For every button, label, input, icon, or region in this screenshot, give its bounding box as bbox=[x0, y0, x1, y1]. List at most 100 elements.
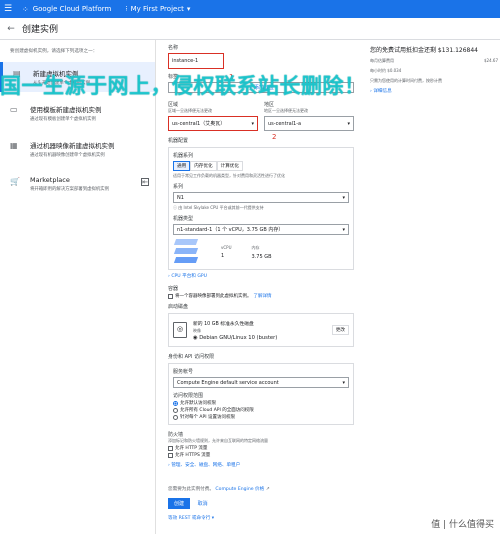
back-arrow-icon[interactable]: ← bbox=[0, 24, 22, 34]
creation-options-panel: 要创建虚拟机实例，请选择下列选项之一： ▤ 新建虚拟机实例 从头开始创建单个虚拟… bbox=[0, 40, 156, 534]
form-actions: 创建 取消 bbox=[168, 498, 354, 509]
scope-full-radio[interactable]: 允许所有 Cloud API 的全面访问权限 bbox=[173, 407, 349, 413]
radio-dot bbox=[173, 400, 178, 406]
create-button[interactable]: 创建 bbox=[168, 498, 191, 509]
option-from-template[interactable]: ▭ 使用模板新建虚拟机实例 通过现有模板创建单个虚拟机实例 bbox=[0, 98, 155, 128]
firewall-hint: 添加标记和防火墙规则，允许来自互联网的特定网络流量 bbox=[168, 438, 268, 443]
disk-icon: ◎ bbox=[173, 322, 187, 338]
name-value: instance-1 bbox=[172, 58, 199, 64]
debian-logo-icon: ◉ bbox=[193, 334, 198, 341]
hamburger-menu-icon[interactable]: ☰ bbox=[0, 4, 16, 14]
top-bar: ☰ ⁘ Google Cloud Platform ⁝ My First Pro… bbox=[0, 0, 500, 18]
zone-label: 地区 bbox=[264, 102, 275, 108]
machine-family-tabs: 通用 内存优化 计算优化 bbox=[173, 161, 349, 171]
checkbox-box bbox=[168, 445, 173, 451]
machine-family-label: 机器系列 bbox=[173, 153, 194, 159]
cancel-button[interactable]: 取消 bbox=[192, 498, 214, 509]
project-icon: ⁝ bbox=[125, 5, 128, 13]
vcpu-column: vCPU 1 bbox=[221, 245, 232, 259]
monthly-estimate: 每月估算费用 $24.67 bbox=[370, 58, 498, 63]
region-value: us-central1（艾奥瓦） bbox=[172, 121, 226, 127]
machine-type-label: 机器类型 bbox=[173, 216, 194, 222]
option-label: 使用模板新建虚拟机实例 bbox=[30, 106, 102, 114]
project-selector[interactable]: ⁝ My First Project ▾ bbox=[125, 5, 190, 13]
project-name: My First Project bbox=[130, 5, 184, 13]
tab-compute[interactable]: 计算优化 bbox=[216, 161, 243, 171]
container-label: 容器 bbox=[168, 286, 179, 292]
template-icon: ▭ bbox=[10, 105, 18, 114]
machine-stack-icon bbox=[173, 239, 201, 265]
rest-command-link[interactable]: 等效 REST 或命令行 ▾ bbox=[168, 515, 354, 521]
memory-column: 内存 3.75 GB bbox=[251, 244, 272, 260]
region-label: 区域 bbox=[168, 102, 179, 108]
tab-memory[interactable]: 内存优化 bbox=[190, 161, 217, 171]
container-checkbox[interactable]: 将一个容器映像部署到此虚拟机实例。 了解详情 bbox=[168, 293, 354, 299]
chevron-down-icon: ▾ bbox=[342, 379, 345, 386]
vcpu-value: 1 bbox=[221, 253, 225, 259]
chevron-down-icon: ▾ bbox=[342, 226, 345, 233]
series-select[interactable]: N1 ▾ bbox=[173, 192, 349, 203]
chevron-down-icon: ▾ bbox=[342, 194, 345, 201]
disk-image: ◉ Debian GNU/Linux 10 (buster) bbox=[193, 334, 278, 341]
name-input[interactable]: instance-1 bbox=[168, 53, 224, 69]
tab-general[interactable]: 通用 bbox=[173, 161, 191, 171]
option-from-machine-image[interactable]: ▦ 通过机器映像新建虚拟机实例 通过现有机器映像创建单个虚拟机实例 bbox=[0, 134, 155, 164]
zone-hint: 地区一旦选择便无法更改 bbox=[264, 108, 308, 113]
memory-value: 3.75 GB bbox=[251, 253, 272, 260]
page-header: ← 创建实例 bbox=[0, 18, 500, 40]
chevron-right-icon: › bbox=[168, 463, 170, 468]
option-label: Marketplace bbox=[30, 176, 70, 184]
scope-default-radio[interactable]: 允许默认访问权限 bbox=[173, 400, 349, 406]
chevron-down-icon: ▾ bbox=[251, 120, 254, 127]
machine-config-card: 机器系列 通用 内存优化 计算优化 适用于常见工作负载的机器类型，针对费用和灵活… bbox=[168, 147, 354, 270]
option-marketplace[interactable]: 🛒 Marketplace 将开箱即用的解决方案部署到虚拟机实例 ⇤ bbox=[0, 170, 155, 198]
advanced-options-link[interactable]: › 管理、安全、磁盘、网络、单租户 bbox=[168, 462, 354, 468]
series-label: 系列 bbox=[173, 184, 184, 190]
boot-disk-card: ◎ 新的 10 GB 标准永久性磁盘 映像 ◉ Debian GNU/Linux… bbox=[168, 313, 354, 347]
chevron-down-icon: ▾ bbox=[186, 5, 191, 13]
region-select[interactable]: us-central1（艾奥瓦） ▾ bbox=[168, 116, 258, 131]
gcp-logo-icon: ⁘ bbox=[22, 4, 29, 14]
radio-dot bbox=[173, 414, 178, 420]
annotation-2: 2 bbox=[272, 133, 277, 141]
option-desc: 将开箱即用的解决方案部署到虚拟机实例 bbox=[30, 187, 110, 192]
page-title: 创建实例 bbox=[22, 25, 59, 35]
checkbox-box bbox=[168, 293, 173, 299]
footer-watermark: 值 | 什么值得买 bbox=[431, 520, 494, 530]
chevron-down-icon: ▾ bbox=[211, 516, 215, 521]
http-checkbox[interactable]: 允许 HTTP 流量 bbox=[168, 445, 354, 451]
zone-select[interactable]: us-central1-a ▾ bbox=[264, 116, 354, 131]
billing-note: 您需要为此实例付费。 Compute Engine 价格 ↗ bbox=[168, 487, 270, 492]
https-checkbox[interactable]: 允许 HTTPS 流量 bbox=[168, 452, 354, 458]
external-link-icon: ↗ bbox=[265, 487, 270, 492]
checkbox-box bbox=[168, 452, 173, 458]
instance-form: 名称 instance-1 标签 + 添加标签 区域 区域一旦选择便无法更改 u… bbox=[168, 40, 354, 521]
disk-title: 新的 10 GB 标准永久性磁盘 bbox=[193, 321, 254, 327]
learn-more-link[interactable]: 了解详情 bbox=[254, 293, 272, 299]
family-desc: 适用于常见工作负载的机器类型，针对费用和灵活性进行了优化 bbox=[173, 173, 285, 178]
identity-label: 身份和 API 访问权限 bbox=[168, 354, 215, 360]
options-intro: 要创建虚拟机实例，请选择下列选项之一： bbox=[10, 49, 98, 54]
cpu-gpu-link[interactable]: › CPU 平台和 GPU bbox=[168, 273, 354, 279]
chevron-right-icon: › bbox=[168, 274, 170, 279]
option-label: 通过机器映像新建虚拟机实例 bbox=[30, 142, 115, 150]
service-account-label: 服务帐号 bbox=[173, 369, 194, 375]
pricing-link[interactable]: Compute Engine 价格 bbox=[215, 487, 264, 492]
radio-dot bbox=[173, 407, 178, 413]
firewall-label: 防火墙 bbox=[168, 432, 184, 438]
scope-custom-radio[interactable]: 针对每个 API 设置访问权限 bbox=[173, 414, 349, 420]
machine-config-label: 机器配置 bbox=[168, 138, 189, 144]
trial-credit: 您的免费试用抵扣金还剩 $131.126844 bbox=[370, 47, 478, 54]
identity-card: 服务帐号 Compute Engine default service acco… bbox=[168, 363, 354, 425]
service-account-select[interactable]: Compute Engine default service account ▾ bbox=[173, 377, 349, 388]
machine-type-select[interactable]: n1-standard-1（1 个 vCPU，3.75 GB 内存） ▾ bbox=[173, 224, 349, 235]
option-desc: 通过现有模板创建单个虚拟机实例 bbox=[30, 117, 96, 122]
region-hint: 区域一旦选择便无法更改 bbox=[168, 108, 212, 113]
brand-title[interactable]: Google Cloud Platform bbox=[33, 5, 112, 13]
boot-disk-label: 启动磁盘 bbox=[168, 304, 189, 310]
open-panel-icon[interactable]: ⇤ bbox=[141, 178, 149, 186]
change-disk-button[interactable]: 更改 bbox=[331, 325, 349, 335]
zone-value: us-central1-a bbox=[268, 120, 302, 127]
watermark-text: 国一生源于网上，侵权联系站长删除！ bbox=[0, 74, 366, 98]
series-hint: ⓘ 由 Intel Skylake CPU 平台或其前一代提供支持 bbox=[173, 205, 264, 210]
